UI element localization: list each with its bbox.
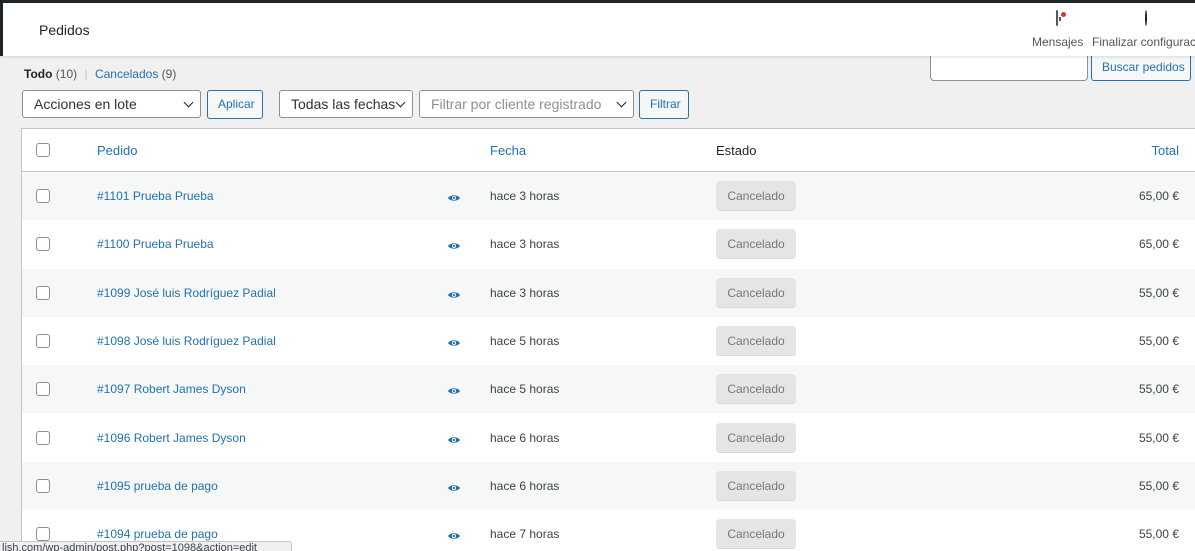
row-checkbox[interactable] [36, 382, 50, 397]
customer-filter-placeholder: Filtrar por cliente registrado [431, 96, 602, 112]
order-total: 55,00 € [1138, 333, 1179, 348]
eye-icon[interactable] [447, 336, 461, 346]
page-title: Pedidos [39, 22, 90, 38]
view-all-link[interactable]: Todo [24, 67, 52, 81]
table-row[interactable]: #1096 Robert James Dyson hace 6 horas Canc… [22, 414, 1195, 462]
table-row[interactable]: #1097 Robert James Dyson hace 5 horas Canc… [22, 365, 1195, 414]
eye-icon[interactable] [447, 481, 461, 491]
dates-select[interactable]: Todas las fechas [279, 90, 413, 118]
row-checkbox[interactable] [36, 527, 50, 542]
select-all-checkbox[interactable] [36, 143, 50, 157]
order-date: hace 5 horas [490, 333, 560, 348]
eye-icon[interactable] [447, 191, 461, 201]
progress-circle-icon [1092, 10, 1195, 33]
row-checkbox[interactable] [36, 430, 50, 445]
table-row[interactable]: #1101 Prueba Prueba hace 3 horas Cancelado… [22, 172, 1195, 220]
order-date: hace 6 horas [490, 478, 560, 493]
status-badge: Cancelado [716, 229, 796, 260]
column-date-header[interactable]: Fecha [490, 143, 526, 158]
order-total: 55,00 € [1138, 285, 1179, 300]
order-link[interactable]: #1100 Prueba Prueba [97, 237, 214, 251]
row-checkbox[interactable] [36, 285, 50, 300]
view-cancelled-count: (9) [161, 67, 177, 81]
order-date: hace 7 horas [490, 527, 560, 542]
finish-setup-button[interactable]: Finalizar configuraci [1092, 10, 1195, 49]
messages-button[interactable]: Mensajes [1032, 10, 1084, 49]
status-badge: Cancelado [716, 325, 796, 356]
column-order-header[interactable]: Pedido [97, 143, 137, 158]
table-row[interactable]: #1099 José luis Rodríguez Padial hace 3 h… [22, 268, 1195, 317]
order-total: 55,00 € [1138, 527, 1179, 542]
dates-value: Todas las fechas [291, 96, 396, 112]
eye-icon[interactable] [447, 433, 461, 443]
order-views: Todo (10) | Cancelados (9) [24, 67, 176, 81]
order-date: hace 3 horas [490, 189, 560, 203]
search-orders-button[interactable]: Buscar pedidos [1091, 56, 1191, 81]
customer-filter-select[interactable]: Filtrar por cliente registrado [419, 90, 634, 118]
search-orders-input[interactable] [930, 56, 1088, 81]
chevron-down-icon [183, 97, 194, 108]
notification-dot [1061, 12, 1066, 17]
table-row[interactable]: #1095 prueba de pago hace 6 horas Cancelad… [22, 461, 1195, 510]
status-badge: Cancelado [716, 470, 796, 501]
eye-icon[interactable] [447, 384, 461, 394]
chevron-down-icon [395, 97, 406, 108]
bulk-actions-select[interactable]: Acciones en lote [22, 90, 201, 118]
bulk-actions-value: Acciones en lote [34, 96, 137, 112]
apply-button[interactable]: Aplicar [207, 90, 263, 119]
order-date: hace 5 horas [490, 382, 560, 397]
top-bar: Pedidos Mensajes Finalizar configuraci [0, 0, 1195, 56]
row-checkbox[interactable] [36, 333, 50, 348]
order-total: 55,00 € [1138, 478, 1179, 493]
order-link[interactable]: #1098 José luis Rodríguez Padial [97, 334, 276, 348]
order-link[interactable]: #1096 Robert James Dyson [97, 431, 246, 445]
status-badge: Cancelado [716, 277, 796, 308]
order-date: hace 3 horas [490, 285, 560, 300]
chevron-down-icon [616, 97, 627, 108]
order-total: 55,00 € [1138, 382, 1179, 397]
link-preview-statusbar: lish.com/wp-admin/post.php?post=1098&act… [0, 541, 292, 551]
order-link[interactable]: #1094 prueba de pago [97, 527, 218, 541]
eye-icon[interactable] [447, 529, 461, 539]
filter-button[interactable]: Filtrar [639, 90, 689, 119]
column-status-header: Estado [716, 143, 757, 158]
order-total: 65,00 € [1138, 189, 1179, 203]
row-checkbox[interactable] [36, 478, 50, 493]
order-date: hace 3 horas [490, 237, 560, 252]
view-separator: | [84, 67, 88, 81]
order-link[interactable]: #1095 prueba de pago [97, 479, 218, 493]
orders-table: Pedido Fecha Estado Total #1101 Prueba P… [21, 128, 1195, 551]
order-date: hace 6 horas [490, 430, 560, 445]
status-badge: Cancelado [716, 181, 796, 211]
row-checkbox[interactable] [36, 237, 50, 252]
eye-icon[interactable] [447, 239, 461, 249]
table-header: Pedido Fecha Estado Total [22, 129, 1195, 172]
eye-icon[interactable] [447, 288, 461, 298]
view-all-count: (10) [55, 67, 78, 81]
view-cancelled-link[interactable]: Cancelados [95, 67, 158, 81]
order-link[interactable]: #1097 Robert James Dyson [97, 382, 246, 396]
column-total-header[interactable]: Total [1152, 143, 1179, 158]
inbox-icon [1032, 10, 1082, 33]
order-link[interactable]: #1099 José luis Rodríguez Padial [97, 286, 276, 300]
order-total: 65,00 € [1138, 237, 1179, 252]
order-link[interactable]: #1101 Prueba Prueba [97, 189, 214, 203]
status-badge: Cancelado [716, 374, 796, 405]
messages-label: Mensajes [1032, 35, 1084, 49]
row-checkbox[interactable] [36, 189, 50, 203]
status-badge: Cancelado [716, 519, 796, 550]
order-total: 55,00 € [1138, 430, 1179, 445]
table-row[interactable]: #1100 Prueba Prueba hace 3 horas Cancelado… [22, 220, 1195, 268]
table-row[interactable]: #1098 José luis Rodríguez Padial hace 5 h… [22, 317, 1195, 365]
status-badge: Cancelado [716, 422, 796, 453]
finish-setup-label: Finalizar configuraci [1092, 35, 1195, 49]
